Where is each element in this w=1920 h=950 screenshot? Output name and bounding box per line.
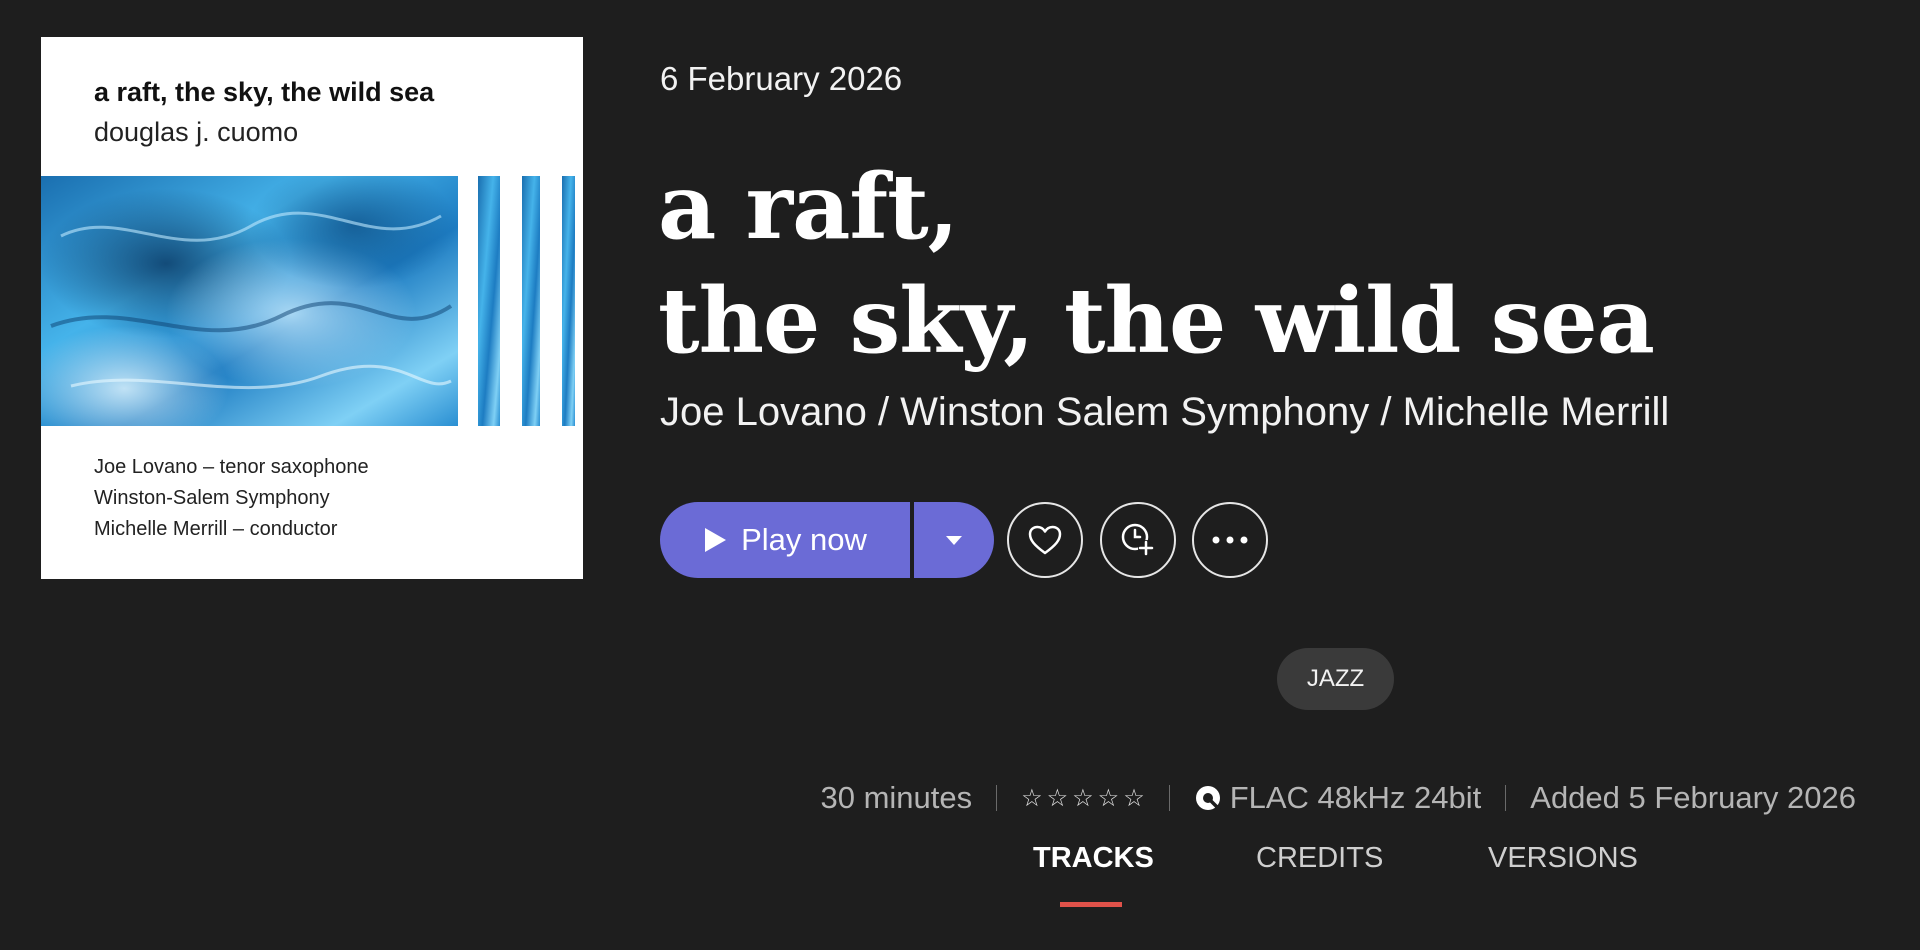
rating-stars[interactable]: ☆ ☆ ☆ ☆ ☆ [1021, 784, 1145, 813]
album-title-line: the sky, the wild sea [658, 268, 1655, 374]
cover-artwork [41, 176, 575, 426]
album-title-line: a raft, [658, 154, 959, 260]
album-cover[interactable]: a raft, the sky, the wild sea douglas j.… [41, 37, 583, 579]
audio-quality-label: FLAC 48kHz 24bit [1229, 780, 1482, 815]
more-options-button[interactable] [1192, 502, 1268, 578]
play-now-button[interactable]: Play now [660, 502, 910, 578]
audio-quality-icon [1195, 786, 1221, 811]
cover-credit-line: Winston-Salem Symphony [94, 487, 330, 509]
heart-icon [1028, 525, 1062, 555]
meta-separator [996, 785, 998, 811]
cover-credit-line: Michelle Merrill – conductor [94, 518, 338, 540]
play-options-dropdown[interactable] [914, 502, 994, 578]
add-to-queue-button[interactable] [1100, 502, 1176, 578]
play-icon [705, 528, 727, 552]
meta-separator [1505, 785, 1507, 811]
cover-composer: douglas j. cuomo [94, 117, 299, 147]
album-tabs: TRACKS CREDITS VERSIONS [0, 842, 1920, 912]
active-tab-indicator [1060, 902, 1122, 907]
meta-separator [1168, 785, 1170, 811]
album-title: a raft, the sky, the wild sea [658, 150, 1655, 378]
star-icon[interactable]: ☆ [1072, 784, 1094, 813]
star-icon[interactable]: ☆ [1047, 784, 1069, 813]
album-meta-row: 30 minutes ☆ ☆ ☆ ☆ ☆ FLAC 48kHz 24bit Ad… [820, 776, 1856, 820]
play-now-label: Play now [741, 522, 867, 557]
chevron-down-icon [946, 535, 962, 545]
album-artists[interactable]: Joe Lovano / Winston Salem Symphony / Mi… [660, 390, 1669, 435]
star-icon[interactable]: ☆ [1098, 784, 1120, 813]
star-icon[interactable]: ☆ [1021, 784, 1043, 813]
star-icon[interactable]: ☆ [1123, 784, 1145, 813]
cover-credit-line: Joe Lovano – tenor saxophone [94, 456, 369, 478]
tab-tracks[interactable]: TRACKS [1033, 842, 1154, 875]
genre-badge[interactable]: JAZZ [1277, 648, 1394, 710]
release-date: 6 February 2026 [660, 60, 903, 97]
more-icon [1212, 536, 1248, 544]
cover-title: a raft, the sky, the wild sea [94, 77, 435, 107]
album-page: a raft, the sky, the wild sea douglas j.… [0, 0, 1920, 950]
audio-quality[interactable]: FLAC 48kHz 24bit [1194, 780, 1482, 816]
cover-credits: Joe Lovano – tenor saxophone Winston-Sal… [94, 452, 369, 545]
tab-credits[interactable]: CREDITS [1256, 842, 1383, 875]
play-button-group: Play now [660, 502, 994, 578]
date-added: Added 5 February 2026 [1530, 780, 1856, 815]
clock-plus-icon [1121, 523, 1154, 556]
favorite-button[interactable] [1007, 502, 1083, 578]
tab-versions[interactable]: VERSIONS [1488, 842, 1638, 875]
duration: 30 minutes [820, 780, 973, 815]
